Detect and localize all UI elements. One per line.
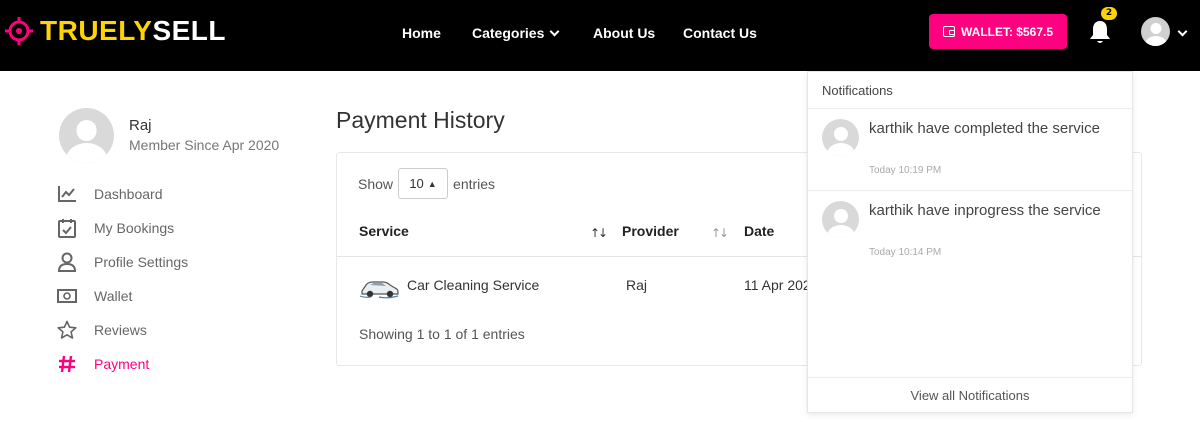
nav-home-link[interactable]: Home bbox=[402, 24, 441, 42]
chart-icon bbox=[57, 184, 77, 204]
notification-text: karthik have completed the service bbox=[869, 120, 1100, 137]
brand-name: TRUELYSELL bbox=[40, 15, 226, 46]
avatar bbox=[822, 201, 859, 238]
nav-about-link[interactable]: About Us bbox=[593, 24, 655, 42]
notification-time: Today 10:19 PM bbox=[869, 165, 942, 176]
table-info: Showing 1 to 1 of 1 entries bbox=[359, 326, 525, 342]
nav-categories-dropdown[interactable]: Categories bbox=[472, 24, 560, 42]
sidebar-item-payment[interactable]: Payment bbox=[57, 354, 149, 374]
brand-logo[interactable]: TRUELYSELL bbox=[4, 16, 226, 46]
notification-item[interactable]: karthik have completed the service Today… bbox=[808, 109, 1132, 191]
hash-icon bbox=[57, 354, 77, 374]
sort-updown-icon: ▲︎ bbox=[427, 178, 437, 189]
sidebar-item-wallet[interactable]: Wallet bbox=[57, 286, 132, 306]
column-header-service[interactable]: Service bbox=[359, 223, 409, 239]
avatar bbox=[822, 119, 859, 156]
sort-icon[interactable]: ↑↓ bbox=[590, 226, 608, 240]
wallet-button[interactable]: WALLET: $567.5 bbox=[929, 14, 1067, 49]
notifications-dropdown: Notifications karthik have completed the… bbox=[807, 71, 1133, 413]
profile-avatar bbox=[59, 108, 114, 163]
chevron-down-icon bbox=[549, 26, 560, 36]
sort-icon[interactable]: ↑↓ bbox=[711, 226, 729, 240]
user-icon bbox=[57, 252, 77, 272]
sidebar-item-dashboard[interactable]: Dashboard bbox=[57, 184, 163, 204]
notification-time: Today 10:14 PM bbox=[869, 247, 942, 258]
nav-contact-link[interactable]: Contact Us bbox=[683, 24, 757, 42]
notification-text: karthik have inprogress the service bbox=[869, 202, 1101, 219]
notifications-heading: Notifications bbox=[822, 83, 893, 98]
chevron-down-icon[interactable] bbox=[1177, 26, 1188, 37]
notification-item[interactable]: karthik have inprogress the service Toda… bbox=[808, 191, 1132, 273]
divider bbox=[808, 377, 1132, 378]
target-icon bbox=[5, 17, 33, 45]
top-navbar: TRUELYSELL Home Categories About Us Cont… bbox=[0, 0, 1200, 71]
entries-select[interactable]: 10 ▲︎ bbox=[398, 168, 449, 199]
member-since: Member Since Apr 2020 bbox=[129, 137, 280, 153]
sidebar-item-profile-settings[interactable]: Profile Settings bbox=[57, 252, 188, 272]
service-cell[interactable]: Car Cleaning Service bbox=[407, 277, 539, 293]
user-avatar[interactable] bbox=[1141, 17, 1170, 46]
column-header-date[interactable]: Date bbox=[744, 223, 774, 239]
sidebar-item-reviews[interactable]: Reviews bbox=[57, 320, 147, 340]
notification-count-badge: 2 bbox=[1101, 7, 1117, 20]
money-icon bbox=[57, 286, 77, 306]
provider-cell: Raj bbox=[626, 277, 648, 293]
calendar-check-icon bbox=[57, 218, 77, 238]
entries-length-control: Show 10 ▲︎ entries bbox=[358, 168, 495, 199]
wallet-icon bbox=[942, 26, 955, 37]
star-icon bbox=[57, 320, 77, 340]
column-header-provider[interactable]: Provider bbox=[622, 223, 679, 239]
view-all-notifications-link[interactable]: View all Notifications bbox=[808, 388, 1132, 403]
bell-icon[interactable] bbox=[1088, 18, 1112, 46]
profile-name: Raj bbox=[129, 117, 152, 134]
sidebar-item-my-bookings[interactable]: My Bookings bbox=[57, 218, 174, 238]
car-service-thumbnail[interactable] bbox=[359, 277, 399, 299]
page-title: Payment History bbox=[336, 107, 505, 133]
